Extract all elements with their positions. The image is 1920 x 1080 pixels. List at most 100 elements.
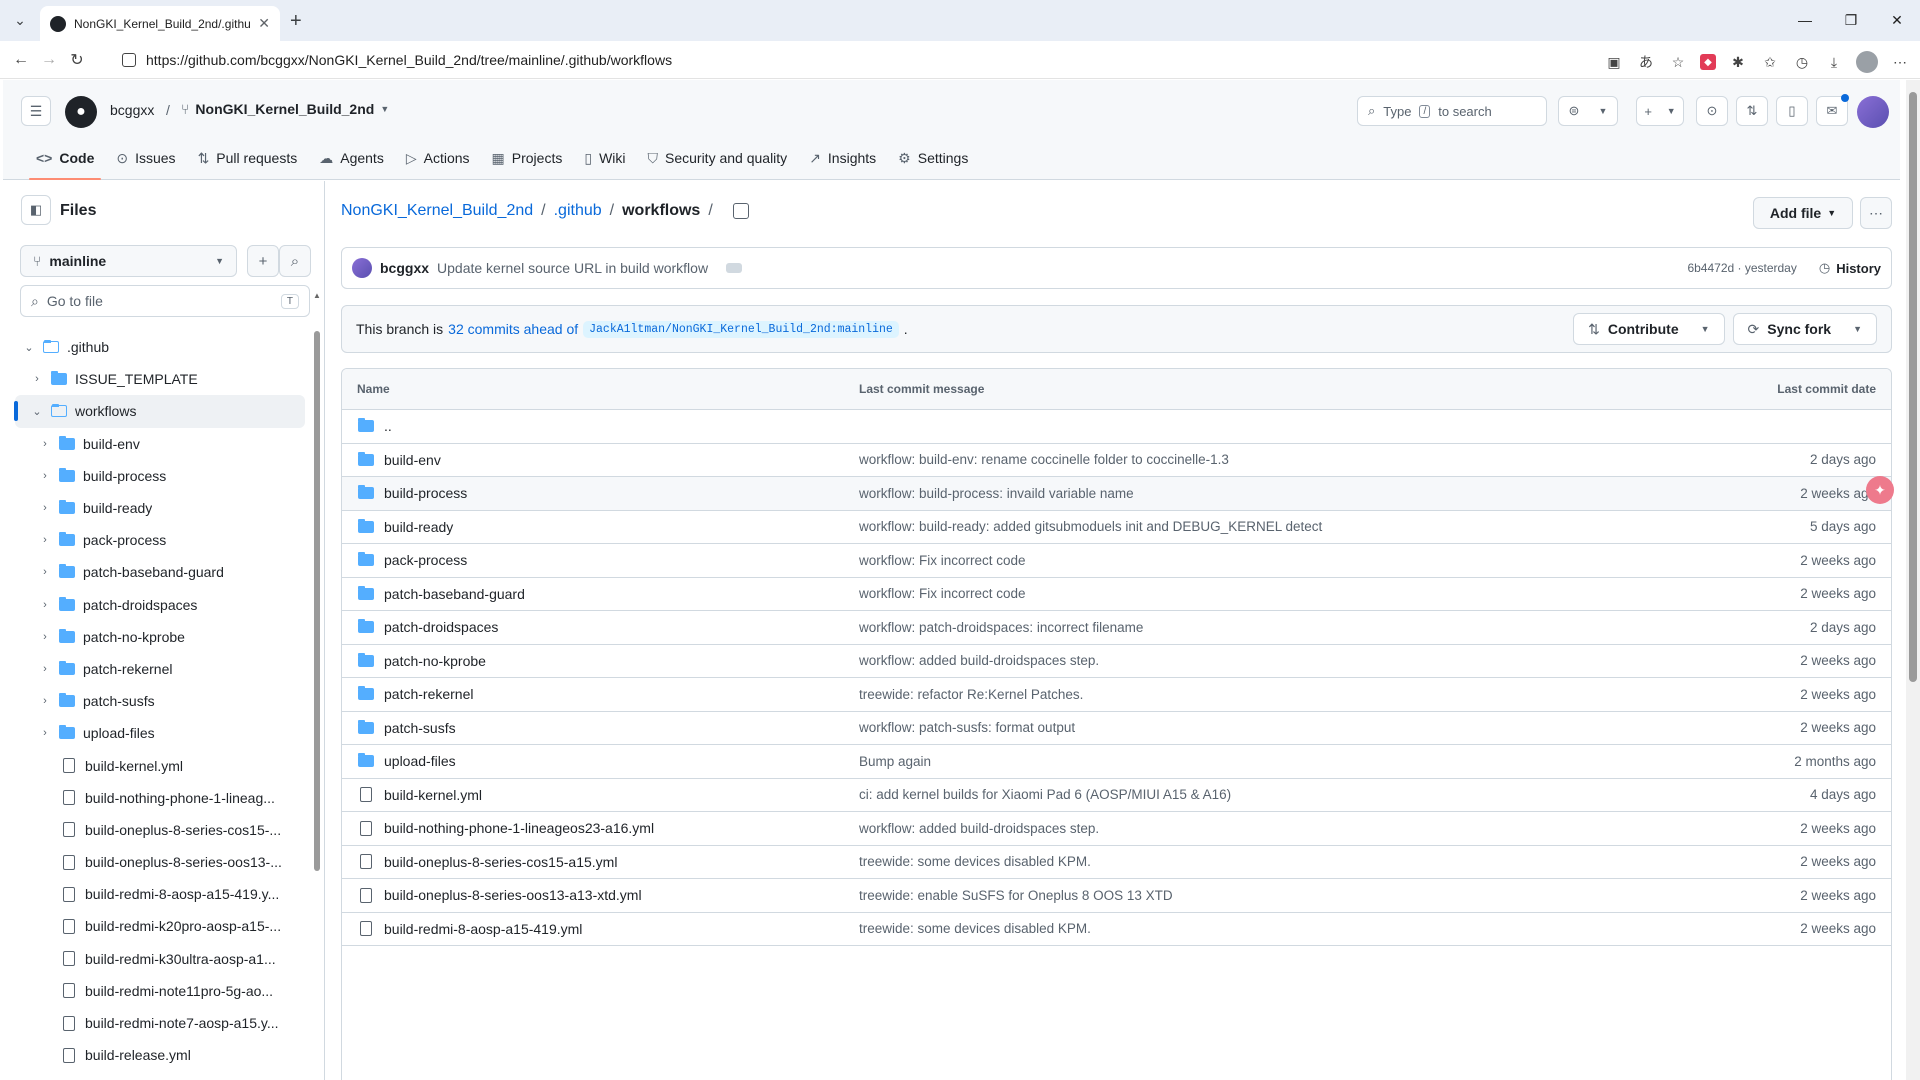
tab-issues[interactable]: ⊙ Issues [105,140,186,176]
tree-item[interactable]: build-redmi-k30ultra-aosp-a1... [15,943,305,975]
owner-link[interactable]: bcggxx [110,102,154,118]
row-name-link[interactable]: build-env [384,452,441,468]
tab-agents[interactable]: ☁ Agents [308,140,395,176]
minimize-icon[interactable]: — [1782,8,1828,32]
table-row[interactable]: patch-rekernel treewide: refactor Re:Kern… [342,678,1891,712]
browser-tab-active[interactable]: NonGKI_Kernel_Build_2nd/.github ✕ [40,6,280,41]
caret-down-icon[interactable]: ▼ [380,104,389,114]
table-row[interactable]: upload-files Bump again 2 months ago [342,745,1891,779]
row-name-link[interactable]: patch-no-kprobe [384,653,486,669]
browser-menu-icon[interactable]: ⋯ [1890,52,1910,72]
tree-item[interactable]: › build-process [15,460,305,492]
row-name-link[interactable]: build-redmi-8-aosp-a15-419.yml [384,921,582,937]
row-commit-message[interactable]: workflow: Fix incorrect code [859,553,1026,568]
row-name-link[interactable]: patch-susfs [384,720,456,736]
row-name-link[interactable]: build-kernel.yml [384,787,482,803]
table-row[interactable]: patch-susfs workflow: patch-susfs: format… [342,712,1891,745]
row-commit-message[interactable]: workflow: Fix incorrect code [859,586,1026,601]
profile-avatar[interactable] [1856,51,1878,73]
tree-item[interactable]: › pack-process [15,524,305,556]
chevron-right-icon[interactable]: › [37,534,53,546]
row-commit-message[interactable]: workflow: patch-droidspaces: incorrect f… [859,620,1143,635]
table-row[interactable]: build-process workflow: build-process: in… [342,477,1891,511]
issues-icon[interactable]: ⊙ [1696,96,1728,126]
page-scrollbar[interactable] [1906,80,1920,1080]
row-commit-message[interactable]: workflow: added build-droidspaces step. [859,821,1099,836]
copilot-button[interactable]: ⊜ ▼ [1558,96,1618,126]
tab-wiki[interactable]: ▯ Wiki [573,140,636,176]
row-name-link[interactable]: .. [384,418,392,434]
row-name-link[interactable]: patch-rekernel [384,686,474,702]
table-row[interactable]: pack-process workflow: Fix incorrect code… [342,544,1891,578]
table-row[interactable]: build-env workflow: build-env: rename coc… [342,444,1891,477]
tree-item[interactable]: › patch-rekernel [15,653,305,685]
tree-item[interactable]: build-oneplus-8-series-oos13-... [15,846,305,878]
tree-item[interactable]: › patch-susfs [15,685,305,717]
tab-actions[interactable]: ▷ Actions [395,140,481,176]
row-commit-message[interactable]: workflow: build-ready: added gitsubmodue… [859,519,1322,534]
row-name-link[interactable]: pack-process [384,552,467,568]
row-name-link[interactable]: build-process [384,485,467,501]
row-commit-message[interactable]: treewide: some devices disabled KPM. [859,854,1091,869]
row-commit-message[interactable]: treewide: some devices disabled KPM. [859,921,1091,936]
tab-list-chevron-icon[interactable]: ⌄ [8,8,32,32]
tab-settings[interactable]: ⚙ Settings [887,140,979,176]
site-info-icon[interactable] [122,53,136,67]
table-row[interactable]: build-nothing-phone-1-lineageos23-a16.ym… [342,812,1891,846]
chevron-right-icon[interactable]: › [37,502,53,514]
author-avatar[interactable] [352,258,372,278]
tree-item[interactable]: ⌄ workflows [14,395,305,428]
sidebar-scrollbar[interactable]: ▲ [313,281,321,1071]
back-arrow-icon[interactable]: ← [10,49,32,71]
extension-red-icon[interactable]: ◆ [1700,54,1716,70]
chevron-down-icon[interactable]: ⌄ [21,341,37,354]
commit-message[interactable]: Update kernel source URL in build workfl… [437,260,708,276]
history-button[interactable]: ◷ History [1819,260,1881,276]
tree-item[interactable]: › patch-baseband-guard [15,556,305,588]
tree-item[interactable]: ⌄ .github [15,331,305,363]
row-name-link[interactable]: upload-files [384,753,456,769]
table-row[interactable]: build-oneplus-8-series-oos13-a13-xtd.yml… [342,879,1891,913]
search-files-icon[interactable]: ⌕ [279,245,311,277]
breadcrumb-github-link[interactable]: .github [554,202,602,220]
restore-icon[interactable]: ❐ [1828,8,1874,32]
tree-item[interactable]: › ISSUE_TEMPLATE [15,363,305,395]
tab-projects[interactable]: ▦ Projects [481,140,574,176]
breadcrumb-repo-link[interactable]: NonGKI_Kernel_Build_2nd [341,202,533,220]
scroll-up-icon[interactable]: ▲ [313,291,321,300]
favorite-star-icon[interactable]: ☆ [1668,52,1688,72]
row-commit-message[interactable]: treewide: refactor Re:Kernel Patches. [859,687,1083,702]
tree-item[interactable]: build-nothing-phone-1-lineag... [15,782,305,814]
tree-item[interactable]: › patch-no-kprobe [15,621,305,653]
row-commit-message[interactable]: workflow: added build-droidspaces step. [859,653,1099,668]
table-row[interactable]: build-redmi-8-aosp-a15-419.yml treewide: … [342,913,1891,946]
new-tab-button[interactable]: + [290,10,302,33]
github-logo-icon[interactable]: ● [65,96,97,128]
table-row[interactable]: build-ready workflow: build-ready: added … [342,511,1891,544]
row-name-link[interactable]: build-ready [384,519,453,535]
row-name-link[interactable]: build-oneplus-8-series-cos15-a15.yml [384,854,617,870]
row-commit-message[interactable]: treewide: enable SuSFS for Oneplus 8 OOS… [859,888,1173,903]
create-new-button[interactable]: + ▼ [1636,96,1684,126]
tree-item[interactable]: build-release.yml [15,1039,305,1071]
table-row[interactable]: patch-no-kprobe workflow: added build-dro… [342,645,1891,678]
forward-arrow-icon[interactable]: → [38,49,60,71]
row-name-link[interactable]: patch-droidspaces [384,619,498,635]
pull-requests-icon[interactable]: ⇅ [1736,96,1768,126]
tab-security[interactable]: ⛉ Security and quality [637,140,799,176]
row-commit-message[interactable]: workflow: build-env: rename coccinelle f… [859,452,1229,467]
chevron-right-icon[interactable]: › [37,599,53,611]
favorites-icon[interactable]: ✩ [1760,52,1780,72]
reader-view-icon[interactable]: ▣ [1604,52,1624,72]
chevron-right-icon[interactable]: › [37,663,53,675]
page-scrollbar-thumb[interactable] [1909,92,1917,682]
copy-path-icon[interactable] [732,203,749,219]
chevron-right-icon[interactable]: › [37,727,53,739]
go-to-file-input[interactable]: ⌕ Go to file T [20,285,310,317]
chevron-right-icon[interactable]: › [37,695,53,707]
contribute-button[interactable]: ⇅ Contribute ▼ [1573,313,1725,345]
commit-author[interactable]: bcggxx [380,260,429,276]
more-options-icon[interactable]: ⋯ [1860,197,1892,229]
translate-floating-icon[interactable]: ✦ [1866,476,1894,504]
tree-item[interactable]: › upload-files [15,717,305,749]
